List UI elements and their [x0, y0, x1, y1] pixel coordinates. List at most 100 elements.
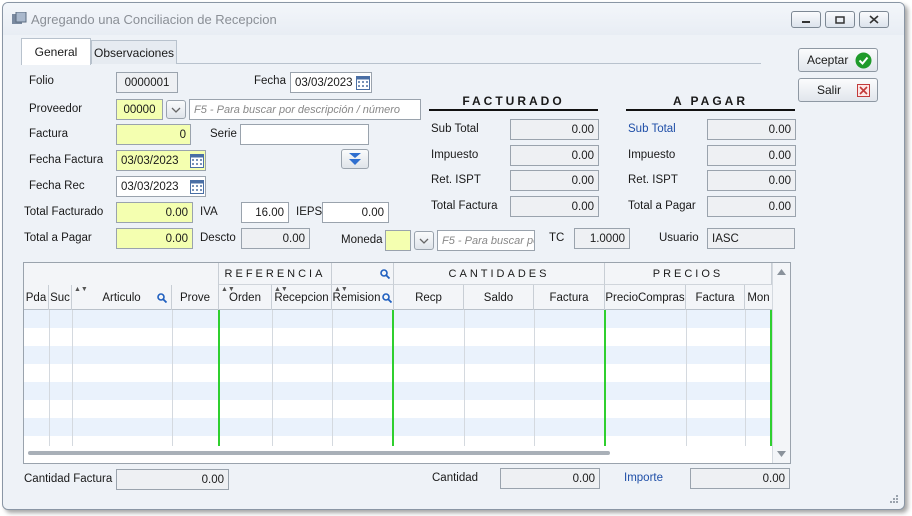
- apagar-title: A PAGAR: [626, 94, 795, 111]
- grid-group-divider: [392, 310, 394, 446]
- fecha-label: Fecha: [254, 75, 286, 87]
- table-row[interactable]: [24, 400, 772, 418]
- col-articulo[interactable]: ▲▼ Articulo: [72, 285, 172, 310]
- facturado-impuesto-label: Impuesto: [431, 149, 479, 161]
- cantidad-factura-field[interactable]: 0.00: [116, 469, 229, 490]
- tab-general[interactable]: General: [21, 38, 91, 65]
- facturado-subtotal-field[interactable]: 0.00: [510, 119, 599, 140]
- col-prove[interactable]: Prove: [172, 285, 219, 310]
- col-preciocompras[interactable]: PrecioCompras: [605, 285, 686, 310]
- tab-observaciones[interactable]: Observaciones: [91, 40, 177, 64]
- moneda-dropdown-button[interactable]: [414, 231, 434, 250]
- moneda-field[interactable]: [385, 230, 411, 251]
- ieps-field[interactable]: 0.00: [322, 202, 389, 223]
- table-row[interactable]: [24, 328, 772, 346]
- aceptar-button[interactable]: Aceptar: [798, 48, 878, 72]
- apagar-subtotal-field[interactable]: 0.00: [707, 119, 796, 140]
- apagar-total-field[interactable]: 0.00: [707, 196, 796, 217]
- fecha-field[interactable]: 03/03/2023: [290, 72, 372, 93]
- ieps-label: IEPS: [296, 206, 323, 218]
- resize-grip-icon[interactable]: [888, 493, 898, 503]
- facturado-title: FACTURADO: [429, 94, 598, 111]
- col-recepcion[interactable]: ▲▼ Recepcion: [272, 285, 332, 310]
- grid-divider: [49, 310, 50, 446]
- proveedor-dropdown-button[interactable]: [166, 100, 186, 119]
- cantidad-field[interactable]: 0.00: [500, 468, 600, 489]
- col-mon[interactable]: Mon: [745, 285, 772, 310]
- col-factura[interactable]: Factura: [534, 285, 605, 310]
- apagar-ret-field[interactable]: 0.00: [707, 170, 796, 191]
- group-referencia-search[interactable]: [332, 263, 394, 285]
- sort-icon: ▲▼: [74, 286, 88, 293]
- col-factura-precio[interactable]: Factura: [686, 285, 745, 310]
- serie-field[interactable]: [240, 124, 369, 145]
- grid-divider: [172, 310, 173, 446]
- exit-icon: [857, 84, 870, 97]
- title-bar: Agregando una Conciliacion de Recepcion: [3, 3, 904, 35]
- maximize-icon: [835, 15, 845, 24]
- search-icon[interactable]: [380, 269, 390, 279]
- factura-label: Factura: [29, 128, 68, 140]
- search-icon[interactable]: [157, 293, 167, 303]
- tc-field[interactable]: 1.0000: [574, 228, 630, 249]
- col-remision-label: Remision: [332, 291, 381, 304]
- col-remision[interactable]: ▲▼ Remision: [332, 285, 394, 310]
- apagar-impuesto-field[interactable]: 0.00: [707, 145, 796, 166]
- salir-button[interactable]: Salir: [798, 78, 878, 102]
- total-facturado-field[interactable]: 0.00: [116, 202, 193, 223]
- scroll-down-icon[interactable]: [777, 451, 786, 457]
- grid-divider: [745, 310, 746, 446]
- double-chevron-down-icon: [349, 153, 361, 165]
- importe-field[interactable]: 0.00: [690, 468, 790, 489]
- folio-field[interactable]: 0000001: [116, 72, 178, 93]
- moneda-label: Moneda: [341, 234, 383, 246]
- minimize-button[interactable]: [791, 11, 821, 28]
- importe-label[interactable]: Importe: [624, 472, 663, 484]
- descto-label: Descto: [200, 232, 236, 244]
- calendar-icon[interactable]: [190, 153, 204, 168]
- iva-label: IVA: [200, 206, 218, 218]
- table-row[interactable]: [24, 418, 772, 436]
- total-pagar-field[interactable]: 0.00: [116, 228, 193, 249]
- facturado-total-field[interactable]: 0.00: [510, 196, 599, 217]
- grid-horizontal-scrollbar[interactable]: [28, 451, 610, 455]
- usuario-field[interactable]: IASC: [707, 228, 795, 249]
- factura-field[interactable]: 0: [116, 124, 191, 145]
- iva-field[interactable]: 16.00: [241, 202, 289, 223]
- scroll-up-icon[interactable]: [777, 269, 786, 275]
- facturado-impuesto-field[interactable]: 0.00: [510, 145, 599, 166]
- calendar-icon[interactable]: [190, 179, 204, 194]
- aceptar-label: Aceptar: [807, 53, 849, 67]
- proveedor-field[interactable]: 00000: [116, 99, 163, 120]
- calendar-icon[interactable]: [356, 75, 370, 90]
- fecha-factura-value: 03/03/2023: [121, 154, 179, 167]
- col-orden[interactable]: ▲▼ Orden: [219, 285, 272, 310]
- moneda-search-field[interactable]: F5 - Para buscar por: [437, 230, 535, 251]
- col-suc[interactable]: Suc: [49, 285, 72, 310]
- table-row[interactable]: [24, 382, 772, 400]
- window-title: Agregando una Conciliacion de Recepcion: [31, 12, 277, 27]
- expand-button[interactable]: [341, 149, 369, 169]
- col-pda[interactable]: Pda: [24, 285, 49, 310]
- table-row[interactable]: [24, 364, 772, 382]
- descto-field[interactable]: 0.00: [241, 228, 310, 249]
- table-row[interactable]: [24, 346, 772, 364]
- grid-vertical-scrollbar[interactable]: [772, 263, 790, 463]
- col-recp[interactable]: Recp: [394, 285, 464, 310]
- close-button[interactable]: [859, 11, 889, 28]
- col-saldo[interactable]: Saldo: [464, 285, 534, 310]
- tab-strip: General Observaciones: [21, 38, 761, 65]
- detail-grid[interactable]: REFERENCIA CANTIDADES PRECIOS Pda Suc ▲▼…: [23, 262, 791, 464]
- col-orden-label: Orden: [229, 291, 261, 304]
- serie-label: Serie: [210, 128, 237, 140]
- fecha-rec-field[interactable]: 03/03/2023: [116, 176, 206, 197]
- proveedor-search-field[interactable]: F5 - Para buscar por descripción / númer…: [189, 99, 421, 120]
- fecha-factura-field[interactable]: 03/03/2023: [116, 150, 206, 171]
- search-icon[interactable]: [382, 292, 393, 303]
- grid-divider: [272, 310, 273, 446]
- facturado-ret-field[interactable]: 0.00: [510, 170, 599, 191]
- sort-icon: ▲▼: [334, 286, 348, 293]
- apagar-subtotal-label[interactable]: Sub Total: [628, 123, 676, 135]
- maximize-button[interactable]: [825, 11, 855, 28]
- table-row[interactable]: [24, 310, 772, 328]
